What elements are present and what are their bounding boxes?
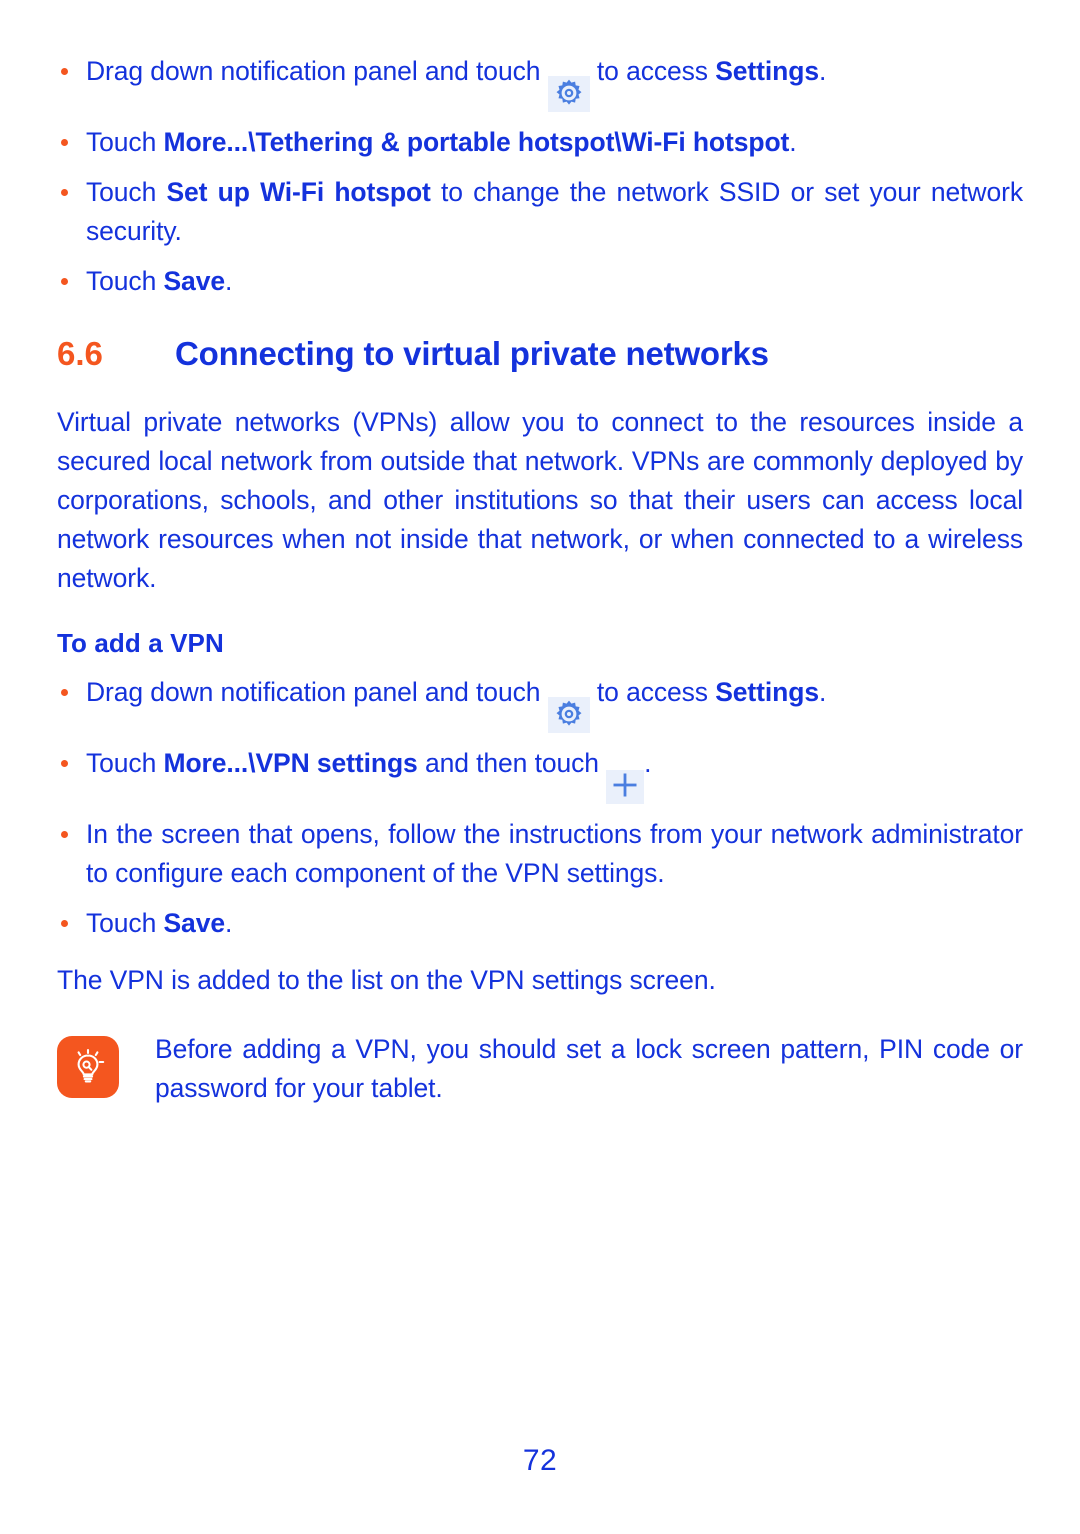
step-text-bold: Settings — [715, 677, 819, 707]
step-text-post: . — [644, 748, 652, 778]
step-text-bold: More...\VPN settings — [163, 748, 418, 778]
lightbulb-icon — [57, 1036, 119, 1098]
step-text-mid: and then touch — [417, 748, 607, 778]
list-item: In the screen that opens, follow the ins… — [57, 815, 1023, 893]
list-item: Touch Save. — [57, 262, 1023, 301]
tip-text: Before adding a VPN, you should set a lo… — [155, 1034, 1023, 1103]
step-text-bold: Save — [163, 908, 225, 938]
step-text-bold: More...\Tethering & portable hotspot\Wi-… — [163, 127, 790, 157]
step-text-pre: Touch — [86, 748, 164, 778]
step-text-pre: Drag down notification panel and touch — [86, 677, 548, 707]
step-text-mid: to access — [589, 677, 716, 707]
bullet-dot-icon — [61, 689, 68, 696]
step-text-bold: Save — [163, 266, 225, 296]
step-text-post: . — [224, 266, 233, 296]
bullet-dot-icon — [61, 831, 68, 838]
tip-icon-container — [57, 1036, 123, 1098]
step-text-bold: Set up Wi-Fi hotspot — [166, 177, 431, 207]
step-text-post: . — [789, 127, 797, 157]
step-text-pre: Touch — [86, 177, 167, 207]
step-text-pre: Touch — [86, 908, 164, 938]
page-content: Drag down notification panel and touch t… — [57, 52, 1023, 1108]
tip-note: Before adding a VPN, you should set a lo… — [57, 1030, 1023, 1108]
step-text-pre: In the screen that opens, follow the ins… — [86, 819, 1023, 888]
step-text-post: . — [224, 908, 233, 938]
step-text-post: . — [818, 56, 827, 86]
list-item: Drag down notification panel and touch t… — [57, 52, 1023, 112]
gear-icon[interactable] — [547, 697, 590, 733]
list-item: Touch Set up Wi-Fi hotspot to change the… — [57, 173, 1023, 251]
list-item: Touch More...\VPN settings and then touc… — [57, 744, 1023, 804]
bullet-dot-icon — [61, 139, 68, 146]
step-text-pre: Touch — [86, 266, 164, 296]
bullet-dot-icon — [61, 189, 68, 196]
step-text-pre: Drag down notification panel and touch — [86, 56, 548, 86]
plus-icon[interactable] — [606, 770, 645, 804]
step-text-pre: Touch — [86, 127, 164, 157]
wifi-hotspot-steps: Drag down notification panel and touch t… — [57, 52, 1023, 301]
section-number: 6.6 — [57, 335, 103, 372]
subsection-closing-text: The VPN is added to the list on the VPN … — [57, 965, 716, 995]
section-title: Connecting to virtual private networks — [175, 335, 769, 372]
bullet-dot-icon — [61, 760, 68, 767]
bullet-dot-icon — [61, 278, 68, 285]
bullet-dot-icon — [61, 920, 68, 927]
gear-icon[interactable] — [547, 76, 590, 112]
bullet-dot-icon — [61, 68, 68, 75]
list-item: Touch More...\Tethering & portable hotsp… — [57, 123, 1023, 162]
step-text-post: . — [818, 677, 827, 707]
add-vpn-steps: Drag down notification panel and touch t… — [57, 673, 1023, 943]
step-text-mid: to access — [589, 56, 716, 86]
list-item: Touch Save. — [57, 904, 1023, 943]
subsection-heading: To add a VPN — [57, 628, 224, 658]
list-item: Drag down notification panel and touch t… — [57, 673, 1023, 733]
manual-page: Drag down notification panel and touch t… — [0, 0, 1080, 1534]
section-body-paragraph: Virtual private networks (VPNs) allow yo… — [57, 407, 1023, 593]
step-text-bold: Settings — [715, 56, 819, 86]
page-number: 72 — [522, 1444, 558, 1477]
section-heading: 6.6 Connecting to virtual private networ… — [57, 335, 1023, 373]
